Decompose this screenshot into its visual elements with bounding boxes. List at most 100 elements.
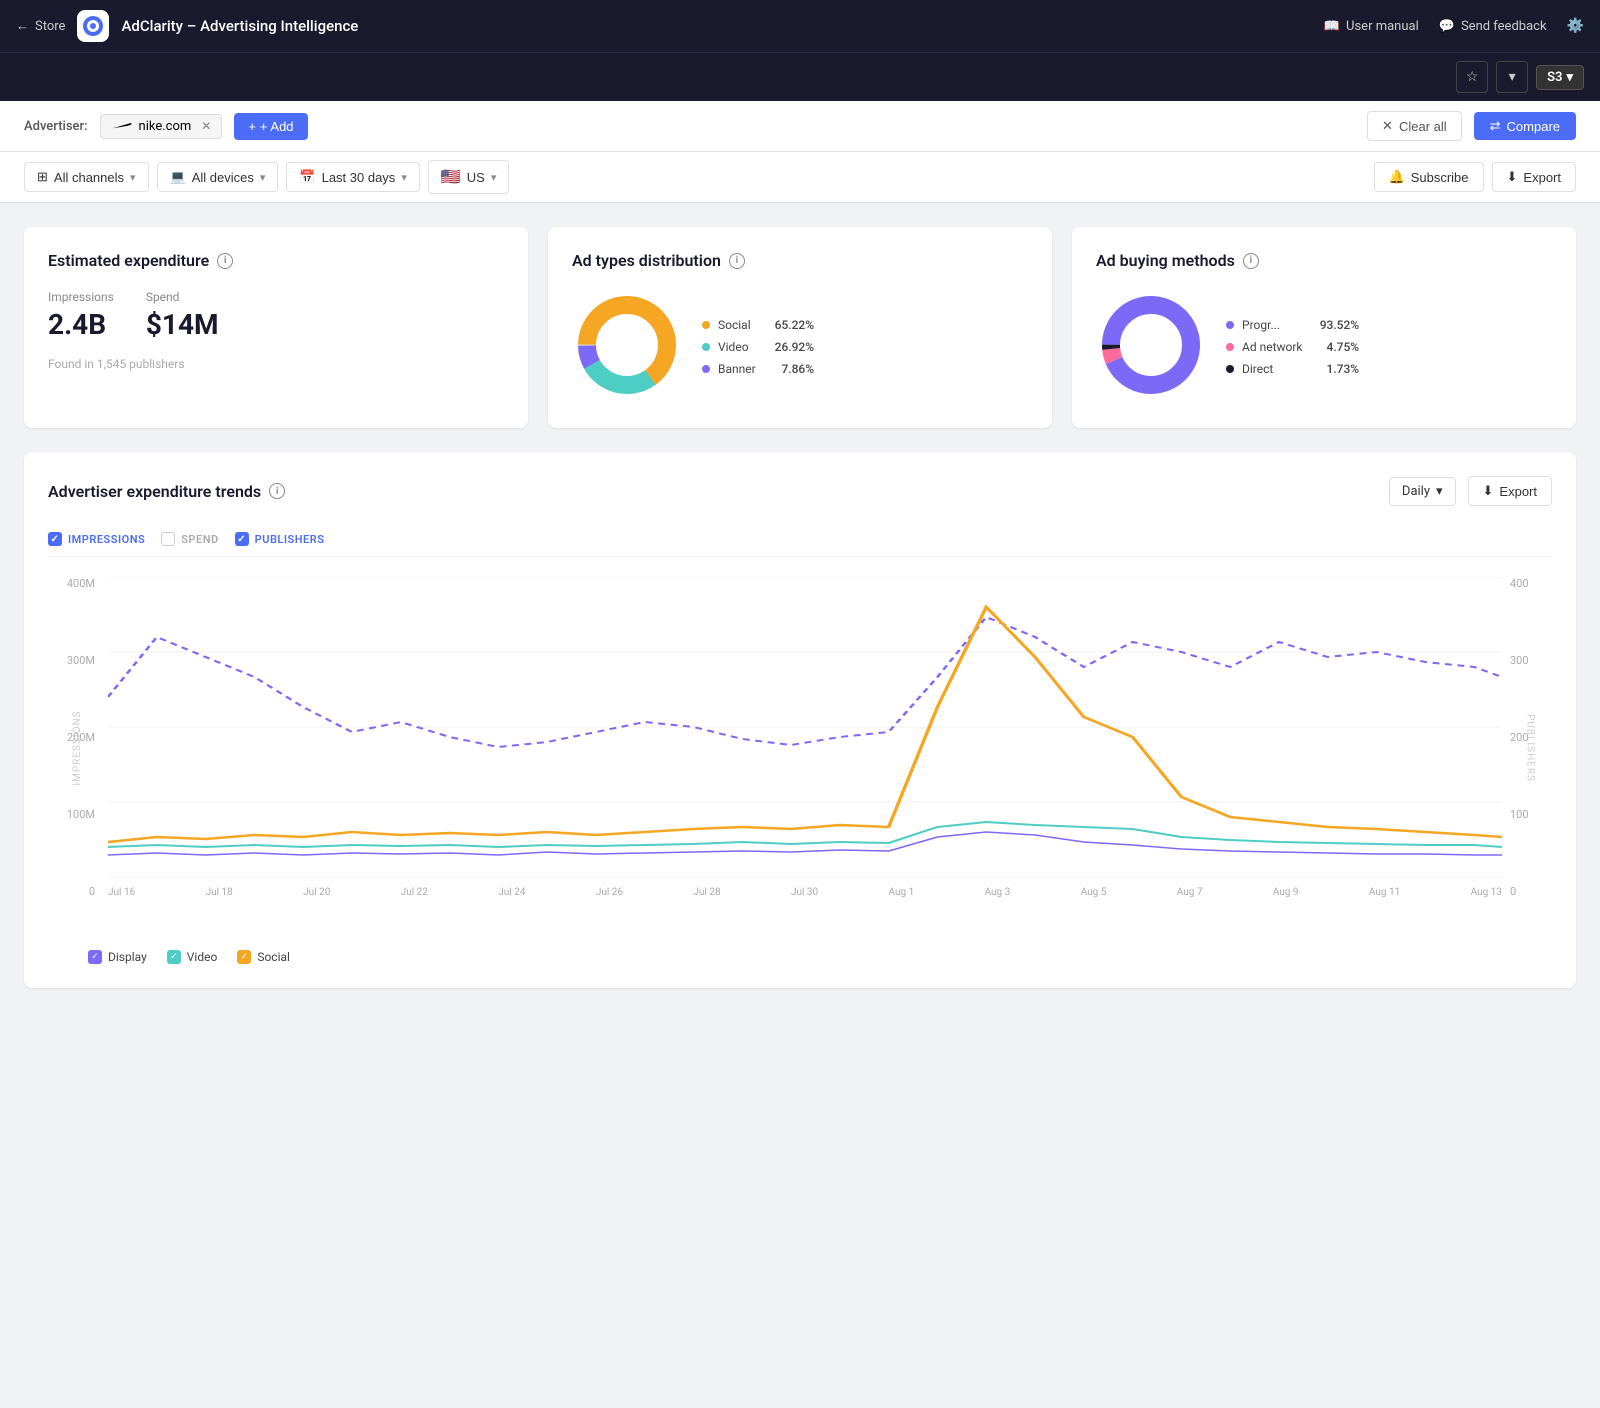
expenditure-metrics: Impressions 2.4B Spend $14M	[48, 290, 504, 341]
trends-header: Advertiser expenditure trends i Daily ▾ …	[48, 476, 1552, 506]
ad-types-card: Ad types distribution i	[548, 227, 1052, 428]
user-badge[interactable]: S3 ▾	[1536, 65, 1584, 90]
devices-chevron-icon: ▾	[260, 171, 266, 184]
spend-toggle[interactable]: SPEND	[161, 532, 218, 546]
trends-actions: Daily ▾ ⬇ Export	[1389, 476, 1552, 506]
favorite-button[interactable]: ☆	[1456, 61, 1488, 93]
trends-title: Advertiser expenditure trends i	[48, 482, 285, 501]
legend-direct: Direct 1.73%	[1226, 362, 1359, 376]
nike-logo	[111, 119, 133, 133]
video-legend-checkbox[interactable]: ✓	[167, 950, 181, 964]
programmatic-dot	[1226, 321, 1234, 329]
expand-button[interactable]: ▾	[1496, 61, 1528, 93]
ad-types-legend: Social 65.22% Video 26.92% Banner 7.86%	[702, 318, 814, 376]
impressions-metric: Impressions 2.4B	[48, 290, 114, 341]
impressions-checkbox[interactable]: ✓	[48, 532, 62, 546]
ad-types-donut	[572, 290, 682, 404]
publishers-checkbox[interactable]: ✓	[235, 532, 249, 546]
expenditure-card: Estimated expenditure i Impressions 2.4B…	[24, 227, 528, 428]
impressions-toggle[interactable]: ✓ IMPRESSIONS	[48, 532, 145, 546]
book-icon: 📖	[1324, 19, 1340, 34]
advertiser-label: Advertiser:	[24, 119, 88, 134]
legend-banner: Banner 7.86%	[702, 362, 814, 376]
clear-all-button[interactable]: ✕ Clear all	[1367, 111, 1462, 141]
settings-button[interactable]: ⚙️	[1567, 18, 1584, 34]
add-advertiser-button[interactable]: + + Add	[234, 113, 307, 140]
ad-types-donut-section: Social 65.22% Video 26.92% Banner 7.86%	[572, 290, 1028, 404]
send-feedback-button[interactable]: 💬 Send feedback	[1439, 19, 1547, 34]
expenditure-info-icon[interactable]: i	[217, 253, 233, 269]
buying-methods-info-icon[interactable]: i	[1243, 253, 1259, 269]
region-filter[interactable]: 🇺🇸 US ▾	[428, 160, 510, 194]
video-legend-item[interactable]: ✓ Video	[167, 950, 218, 964]
chevron-down-icon: ▾	[1509, 69, 1516, 85]
app-title: AdClarity – Advertising Intelligence	[121, 17, 1311, 35]
filter-bar: ⊞ All channels ▾ 💻 All devices ▾ 📅 Last …	[0, 152, 1600, 203]
direct-dot	[1226, 365, 1234, 373]
bell-icon: 🔔	[1389, 169, 1405, 185]
trends-card: Advertiser expenditure trends i Daily ▾ …	[24, 452, 1576, 988]
video-dot	[702, 343, 710, 351]
legend-programmatic: Progr... 93.52%	[1226, 318, 1359, 332]
store-label: Store	[35, 19, 65, 34]
impressions-axis-label: IMPRESSIONS	[72, 710, 83, 785]
remove-advertiser-button[interactable]: ✕	[201, 119, 211, 133]
publishers-axis-label: PUBLISHERS	[1525, 714, 1536, 782]
trends-info-icon[interactable]: i	[269, 483, 285, 499]
social-legend-item[interactable]: ✓ Social	[237, 950, 290, 964]
export-button[interactable]: ⬇ Export	[1492, 162, 1576, 192]
calendar-icon: 📅	[299, 169, 315, 185]
spend-checkbox[interactable]	[161, 532, 175, 546]
all-devices-filter[interactable]: 💻 All devices ▾	[157, 162, 279, 192]
compare-button[interactable]: ⇄ Compare	[1474, 112, 1576, 140]
us-flag-icon: 🇺🇸	[441, 167, 461, 187]
legend-ad-network: Ad network 4.75%	[1226, 340, 1359, 354]
chart-container: 400M 300M 200M 100M 0 IMPRESSIONS 400 30…	[48, 557, 1552, 938]
date-chevron-icon: ▾	[401, 171, 407, 184]
subscribe-button[interactable]: 🔔 Subscribe	[1374, 162, 1484, 192]
ad-types-title: Ad types distribution i	[572, 251, 1028, 270]
advertiser-bar: Advertiser: nike.com ✕ + + Add ✕ Clear a…	[0, 101, 1600, 152]
compare-icon: ⇄	[1490, 118, 1501, 134]
cards-row: Estimated expenditure i Impressions 2.4B…	[24, 227, 1576, 428]
buying-methods-donut	[1096, 290, 1206, 404]
top-nav: ← Store AdClarity – Advertising Intellig…	[0, 0, 1600, 52]
advertiser-name: nike.com	[139, 119, 192, 134]
display-legend-checkbox[interactable]: ✓	[88, 950, 102, 964]
region-chevron-icon: ▾	[491, 171, 497, 184]
x-axis-labels: Jul 16 Jul 18 Jul 20 Jul 22 Jul 24 Jul 2…	[108, 887, 1502, 898]
spend-metric: Spend $14M	[146, 290, 219, 341]
display-legend-item[interactable]: ✓ Display	[88, 950, 147, 964]
clear-icon: ✕	[1382, 118, 1393, 134]
plus-icon: +	[248, 119, 256, 134]
buying-methods-legend: Progr... 93.52% Ad network 4.75% Direct …	[1226, 318, 1359, 376]
user-manual-button[interactable]: 📖 User manual	[1324, 19, 1419, 34]
devices-icon: 💻	[170, 169, 186, 185]
app-icon	[77, 10, 109, 42]
channels-icon: ⊞	[37, 169, 48, 185]
advertiser-chip[interactable]: nike.com ✕	[100, 114, 223, 139]
all-channels-filter[interactable]: ⊞ All channels ▾	[24, 162, 149, 192]
social-legend-checkbox[interactable]: ✓	[237, 950, 251, 964]
second-nav: ☆ ▾ S3 ▾	[0, 52, 1600, 101]
channels-chevron-icon: ▾	[130, 171, 136, 184]
chat-icon: 💬	[1439, 19, 1455, 34]
trends-download-icon: ⬇	[1483, 483, 1494, 499]
nav-actions: 📖 User manual 💬 Send feedback ⚙️	[1324, 18, 1584, 34]
download-icon: ⬇	[1507, 169, 1518, 185]
back-button[interactable]: ← Store	[16, 18, 65, 34]
publishers-toggle[interactable]: ✓ PUBLISHERS	[235, 532, 325, 546]
badge-chevron-icon: ▾	[1566, 70, 1573, 85]
back-arrow-icon: ←	[16, 18, 29, 34]
date-range-filter[interactable]: 📅 Last 30 days ▾	[286, 162, 419, 192]
daily-select[interactable]: Daily ▾	[1389, 477, 1456, 506]
trends-export-button[interactable]: ⬇ Export	[1468, 476, 1552, 506]
daily-chevron-icon: ▾	[1436, 484, 1443, 499]
ad-types-info-icon[interactable]: i	[729, 253, 745, 269]
legend-video: Video 26.92%	[702, 340, 814, 354]
ad-network-dot	[1226, 343, 1234, 351]
social-dot	[702, 321, 710, 329]
star-icon: ☆	[1466, 69, 1479, 85]
banner-dot	[702, 365, 710, 373]
toggle-row: ✓ IMPRESSIONS SPEND ✓ PUBLISHERS	[48, 522, 1552, 557]
